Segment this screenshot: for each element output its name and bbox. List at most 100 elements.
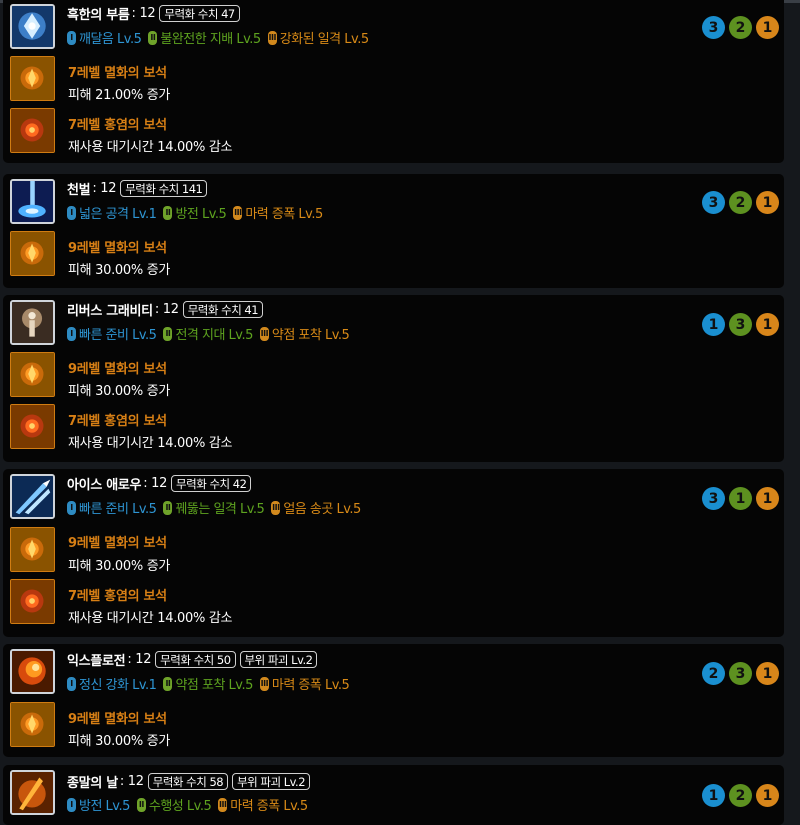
gem-name: 7레벨 홍염의 보석 bbox=[68, 414, 167, 429]
skill-icon-frost[interactable] bbox=[10, 4, 55, 49]
tier-1-icon: I bbox=[67, 676, 76, 691]
skill-name: 흑한의 부름 bbox=[67, 8, 130, 23]
gem-icon-annihilation[interactable] bbox=[10, 527, 55, 572]
skill-level: : 12 bbox=[127, 652, 152, 667]
part-break-badge: 부위 파괴 Lv.2 bbox=[232, 773, 311, 790]
circle-blue: 3 bbox=[702, 16, 725, 39]
tripod-3[interactable]: III 마력 증폭 Lv.5 bbox=[259, 674, 350, 693]
circle-blue: 1 bbox=[702, 313, 725, 336]
tripod-3[interactable]: III 마력 증폭 Lv.5 bbox=[233, 203, 323, 222]
circle-blue: 2 bbox=[702, 662, 725, 685]
skill-card: 천벌 : 12 무력화 수치 141 I 넓은 공격 Lv.1 II 방전 Lv.5… bbox=[3, 174, 784, 288]
gem-icon-annihilation[interactable] bbox=[10, 56, 55, 101]
gem-name: 9레벨 멸화의 보석 bbox=[68, 712, 167, 727]
tripod-2[interactable]: II 불완전한 지배 Lv.5 bbox=[148, 28, 261, 47]
tier-1-icon: I bbox=[67, 500, 76, 515]
skill-icon-explosion[interactable] bbox=[10, 649, 55, 694]
circle-orange: 1 bbox=[756, 313, 779, 336]
tripod-3[interactable]: III 강화된 일격 Lv.5 bbox=[267, 28, 369, 47]
tripod-2[interactable]: II 약점 포착 Lv.5 bbox=[163, 674, 253, 693]
rune-circles: 3 2 1 bbox=[702, 16, 779, 39]
gem-icon-crimson-flame[interactable] bbox=[10, 108, 55, 153]
gem-icon-annihilation[interactable] bbox=[10, 231, 55, 276]
tripod-3[interactable]: III 약점 포착 Lv.5 bbox=[259, 324, 350, 343]
tier-3-icon: III bbox=[233, 205, 243, 220]
circle-blue: 1 bbox=[702, 784, 725, 807]
tier-2-icon: II bbox=[163, 205, 173, 220]
skill-icon-doomsday[interactable] bbox=[10, 770, 55, 815]
skill-card: 아이스 애로우 : 12 무력화 수치 42 I 빠른 준비 Lv.5 II 꿰뚫는… bbox=[3, 469, 784, 637]
tripod-row: I 정신 강화 Lv.1 II 약점 포착 Lv.5 III 마력 증폭 Lv.5 bbox=[67, 674, 356, 693]
stagger-badge: 무력화 수치 47 bbox=[159, 5, 240, 22]
tripod-2[interactable]: II 꿰뚫는 일격 Lv.5 bbox=[163, 498, 265, 517]
gem-effect: 피해 30.00% 증가 bbox=[68, 263, 171, 278]
tier-1-icon: I bbox=[67, 326, 76, 341]
tripod-2[interactable]: II 전격 지대 Lv.5 bbox=[163, 324, 253, 343]
skill-header: 천벌 : 12 무력화 수치 141 bbox=[67, 179, 208, 198]
gem-icon-crimson-flame[interactable] bbox=[10, 579, 55, 624]
tier-1-icon: I bbox=[67, 30, 76, 45]
gem-effect: 피해 30.00% 증가 bbox=[68, 559, 171, 574]
gem-effect: 피해 21.00% 증가 bbox=[68, 88, 171, 103]
skill-name: 종말의 날 bbox=[67, 776, 118, 791]
tripod-1[interactable]: I 빠른 준비 Lv.5 bbox=[67, 324, 157, 343]
part-break-badge: 부위 파괴 Lv.2 bbox=[239, 651, 318, 668]
tier-2-icon: II bbox=[163, 326, 173, 341]
skill-header: 익스플로전 : 12 무력화 수치 50 부위 파괴 Lv.2 bbox=[67, 650, 318, 669]
tier-2-icon: II bbox=[148, 30, 158, 45]
tripod-1[interactable]: I 깨달음 Lv.5 bbox=[67, 28, 142, 47]
circle-green: 2 bbox=[729, 191, 752, 214]
tripod-2[interactable]: II 방전 Lv.5 bbox=[163, 203, 227, 222]
skill-header: 리버스 그래비티 : 12 무력화 수치 41 bbox=[67, 300, 264, 319]
skill-card: 리버스 그래비티 : 12 무력화 수치 41 I 빠른 준비 Lv.5 II 전격… bbox=[3, 295, 784, 462]
skill-icon-lightning[interactable] bbox=[10, 179, 55, 224]
stagger-badge: 무력화 수치 42 bbox=[171, 475, 252, 492]
circle-green: 2 bbox=[729, 784, 752, 807]
gem-effect: 재사용 대기시간 14.00% 감소 bbox=[68, 611, 233, 626]
gem-effect: 재사용 대기시간 14.00% 감소 bbox=[68, 140, 233, 155]
tier-2-icon: II bbox=[163, 500, 173, 515]
tier-3-icon: III bbox=[259, 676, 269, 691]
skill-name: 익스플로전 bbox=[67, 654, 126, 669]
circle-blue: 3 bbox=[702, 191, 725, 214]
gem-icon-annihilation[interactable] bbox=[10, 702, 55, 747]
skill-name: 아이스 애로우 bbox=[67, 478, 142, 493]
rune-circles: 1 2 1 bbox=[702, 784, 779, 807]
skill-level: : 12 bbox=[143, 476, 168, 491]
tripod-1[interactable]: I 넓은 공격 Lv.1 bbox=[67, 203, 157, 222]
rune-circles: 3 2 1 bbox=[702, 191, 779, 214]
gem-effect: 피해 30.00% 증가 bbox=[68, 734, 171, 749]
tier-3-icon: III bbox=[267, 30, 277, 45]
skill-level: : 12 bbox=[131, 6, 156, 21]
tripod-row: I 빠른 준비 Lv.5 II 꿰뚫는 일격 Lv.5 III 얼음 송곳 Lv.5 bbox=[67, 498, 368, 517]
skill-card: 익스플로전 : 12 무력화 수치 50 부위 파괴 Lv.2 I 정신 강화 L… bbox=[3, 644, 784, 757]
gem-name: 9레벨 멸화의 보석 bbox=[68, 241, 167, 256]
tier-2-icon: II bbox=[163, 676, 173, 691]
tripod-1[interactable]: I 정신 강화 Lv.1 bbox=[67, 674, 157, 693]
skill-icon-ice-arrow[interactable] bbox=[10, 474, 55, 519]
gem-icon-annihilation[interactable] bbox=[10, 352, 55, 397]
gem-icon-crimson-flame[interactable] bbox=[10, 404, 55, 449]
stagger-badge: 무력화 수치 41 bbox=[182, 301, 264, 318]
circle-orange: 1 bbox=[756, 16, 779, 39]
circle-green: 3 bbox=[729, 313, 752, 336]
gem-name: 9레벨 멸화의 보석 bbox=[68, 536, 167, 551]
tripod-row: I 빠른 준비 Lv.5 II 전격 지대 Lv.5 III 약점 포착 Lv.5 bbox=[67, 324, 356, 343]
rune-circles: 3 1 1 bbox=[702, 487, 779, 510]
gem-name: 7레벨 멸화의 보석 bbox=[68, 66, 167, 81]
skill-icon-gravity[interactable] bbox=[10, 300, 55, 345]
tier-3-icon: III bbox=[259, 326, 269, 341]
circle-green: 2 bbox=[729, 16, 752, 39]
skill-level: : 12 bbox=[119, 774, 144, 789]
circle-orange: 1 bbox=[756, 191, 779, 214]
rune-circles: 2 3 1 bbox=[702, 662, 779, 685]
skill-card: 종말의 날 : 12 무력화 수치 58 부위 파괴 Lv.2 I 방전 Lv.5… bbox=[3, 765, 784, 825]
tripod-3[interactable]: III 얼음 송곳 Lv.5 bbox=[271, 498, 361, 517]
skill-level: : 12 bbox=[92, 181, 117, 196]
tripod-1[interactable]: I 빠른 준비 Lv.5 bbox=[67, 498, 157, 517]
tripod-row: I 깨달음 Lv.5 II 불완전한 지배 Lv.5 III 강화된 일격 Lv.5 bbox=[67, 28, 376, 47]
gem-name: 7레벨 홍염의 보석 bbox=[68, 589, 167, 604]
tier-1-icon: I bbox=[67, 205, 76, 220]
circle-green: 3 bbox=[729, 662, 752, 685]
skill-name: 리버스 그래비티 bbox=[67, 304, 153, 319]
